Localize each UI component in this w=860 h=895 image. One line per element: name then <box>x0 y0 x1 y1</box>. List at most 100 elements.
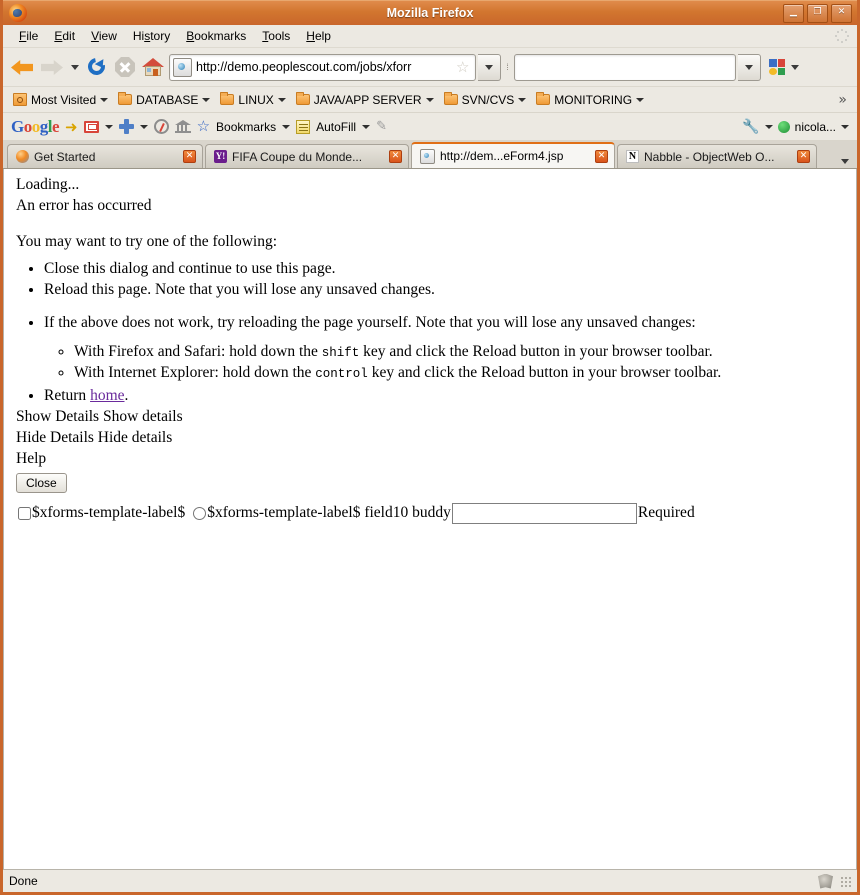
xforms-template-radio[interactable] <box>193 506 207 520</box>
shield-icon[interactable] <box>818 873 833 889</box>
google-bookmarks-button[interactable]: Bookmarks <box>216 120 276 134</box>
show-details-text[interactable]: Show Details Show details <box>16 407 846 428</box>
firefox-favicon-icon <box>16 150 29 163</box>
bookmark-most-visited[interactable]: Most Visited <box>9 91 112 109</box>
bank-icon[interactable] <box>174 120 191 133</box>
chevron-down-icon[interactable] <box>362 124 371 129</box>
nabble-favicon-icon: N <box>626 150 639 163</box>
minimize-button[interactable]: ▁ <box>783 3 804 23</box>
autofill-button[interactable]: AutoFill <box>316 120 356 134</box>
tab-label: FIFA Coupe du Monde... <box>232 149 363 164</box>
search-input[interactable] <box>514 53 736 81</box>
radio-label: $xforms-template-label$ field10 buddy <box>207 504 451 522</box>
list-all-tabs-button[interactable] <box>833 159 857 168</box>
folder-icon <box>295 92 310 105</box>
chevron-down-icon[interactable] <box>282 124 291 129</box>
field10-buddy-input[interactable] <box>451 502 637 524</box>
autofill-icon[interactable] <box>296 119 311 134</box>
folder-icon <box>220 92 235 105</box>
chevron-down-icon <box>277 97 286 102</box>
menu-file[interactable]: File <box>11 27 46 45</box>
tab-fifa-coupe-du-monde[interactable]: Y! FIFA Coupe du Monde... ✕ <box>205 144 409 168</box>
xforms-template-checkbox[interactable] <box>18 506 31 520</box>
key-name: control <box>315 367 368 382</box>
instruction-prefix: With Internet Explorer: hold down the <box>74 364 316 382</box>
bookmark-monitoring[interactable]: MONITORING <box>532 91 648 109</box>
menu-bookmarks[interactable]: Bookmarks <box>178 27 254 45</box>
chevron-down-icon <box>100 97 109 102</box>
instruction-prefix: With Firefox and Safari: hold down the <box>74 342 322 360</box>
chevron-down-icon <box>71 64 79 70</box>
bookmark-java-app-server[interactable]: JAVA/APP SERVER <box>292 91 438 109</box>
account-label[interactable]: nicola... <box>795 120 836 134</box>
gmail-icon[interactable] <box>83 120 99 133</box>
back-arrow-icon <box>11 60 33 75</box>
bookmark-label: SVN/CVS <box>461 92 515 107</box>
reload-intro-text: If the above does not work, try reloadin… <box>44 314 696 332</box>
xforms-template-row: $xforms-template-label$ $xforms-template… <box>16 502 846 524</box>
close-window-button[interactable]: ✕ <box>831 3 852 23</box>
compass-icon[interactable] <box>153 119 169 134</box>
tab-close-button[interactable]: ✕ <box>183 150 196 163</box>
menu-edit[interactable]: Edit <box>46 27 83 45</box>
stop-icon[interactable] <box>115 57 135 77</box>
url-bar[interactable]: http://demo.peoplescout.com/jobs/xforr ☆ <box>169 53 476 81</box>
status-bar: Done <box>3 869 857 892</box>
wrench-icon[interactable]: 🔧 <box>742 119 759 135</box>
list-item: With Internet Explorer: hold down the co… <box>74 363 846 384</box>
hide-details-text[interactable]: Hide Details Hide details <box>16 428 846 449</box>
bookmarks-overflow-button[interactable]: » <box>838 92 851 108</box>
star-outline-icon[interactable]: ☆ <box>456 59 472 75</box>
toolbar-grip[interactable]: ⁞ <box>503 57 512 77</box>
chevron-down-icon[interactable] <box>764 124 773 129</box>
maximize-button[interactable]: ❐ <box>807 3 828 23</box>
chevron-down-icon[interactable] <box>104 124 113 129</box>
bookmark-database[interactable]: DATABASE <box>114 91 214 109</box>
menu-view[interactable]: View <box>83 27 125 45</box>
go-arrow-icon[interactable]: ➜ <box>65 118 78 136</box>
search-dropdown-button[interactable] <box>738 53 761 81</box>
tab-close-button[interactable]: ✕ <box>595 149 608 163</box>
chevron-down-icon[interactable] <box>841 124 849 129</box>
star-icon[interactable]: ☆ <box>197 119 210 134</box>
chevron-down-icon <box>636 97 645 102</box>
list-item: Close this dialog and continue to use th… <box>44 259 846 280</box>
highlighter-icon[interactable]: ✎ <box>376 119 387 134</box>
menu-tools[interactable]: Tools <box>254 27 298 45</box>
folder-icon <box>118 92 133 105</box>
tab-nabble-objectweb[interactable]: N Nabble - ObjectWeb O... ✕ <box>617 144 817 168</box>
forward-arrow-icon <box>41 60 63 75</box>
home-link[interactable]: home <box>90 387 124 404</box>
bookmark-linux[interactable]: LINUX <box>216 91 289 109</box>
forward-button[interactable] <box>38 53 66 81</box>
navigation-toolbar: http://demo.peoplescout.com/jobs/xforr ☆… <box>3 48 857 87</box>
tab-get-started[interactable]: Get Started ✕ <box>7 144 203 168</box>
reload-button[interactable] <box>84 54 110 80</box>
back-button[interactable] <box>8 53 36 81</box>
bookmark-label: JAVA/APP SERVER <box>313 92 422 107</box>
google-search-icon[interactable] <box>769 58 786 76</box>
url-dropdown-button[interactable] <box>478 53 501 81</box>
tab-strip: Get Started ✕ Y! FIFA Coupe du Monde... … <box>3 141 857 169</box>
bookmark-svn-cvs[interactable]: SVN/CVS <box>440 91 531 109</box>
folder-icon <box>443 92 458 105</box>
url-input[interactable]: http://demo.peoplescout.com/jobs/xforr <box>196 60 456 74</box>
plus-icon[interactable] <box>118 119 134 134</box>
home-icon[interactable] <box>142 57 164 77</box>
search-engine-caret-button[interactable] <box>788 64 802 70</box>
tab-close-button[interactable]: ✕ <box>389 150 402 163</box>
resize-grip-icon[interactable] <box>840 875 851 887</box>
menu-help[interactable]: Help <box>298 27 339 45</box>
tab-close-button[interactable]: ✕ <box>797 150 810 163</box>
chevron-down-icon <box>518 97 527 102</box>
history-dropdown-button[interactable] <box>68 64 82 70</box>
close-button[interactable]: Close <box>16 473 67 494</box>
chevron-down-icon[interactable] <box>139 124 148 129</box>
throbber-icon <box>835 29 849 43</box>
folder-icon <box>536 92 551 105</box>
menu-history[interactable]: History <box>125 27 178 45</box>
tab-eform4-jsp[interactable]: http://dem...eForm4.jsp ✕ <box>411 142 615 168</box>
chevron-down-icon <box>202 97 211 102</box>
tab-label: Nabble - ObjectWeb O... <box>644 149 775 164</box>
google-toolbar-right: 🔧 nicola... <box>742 119 849 135</box>
